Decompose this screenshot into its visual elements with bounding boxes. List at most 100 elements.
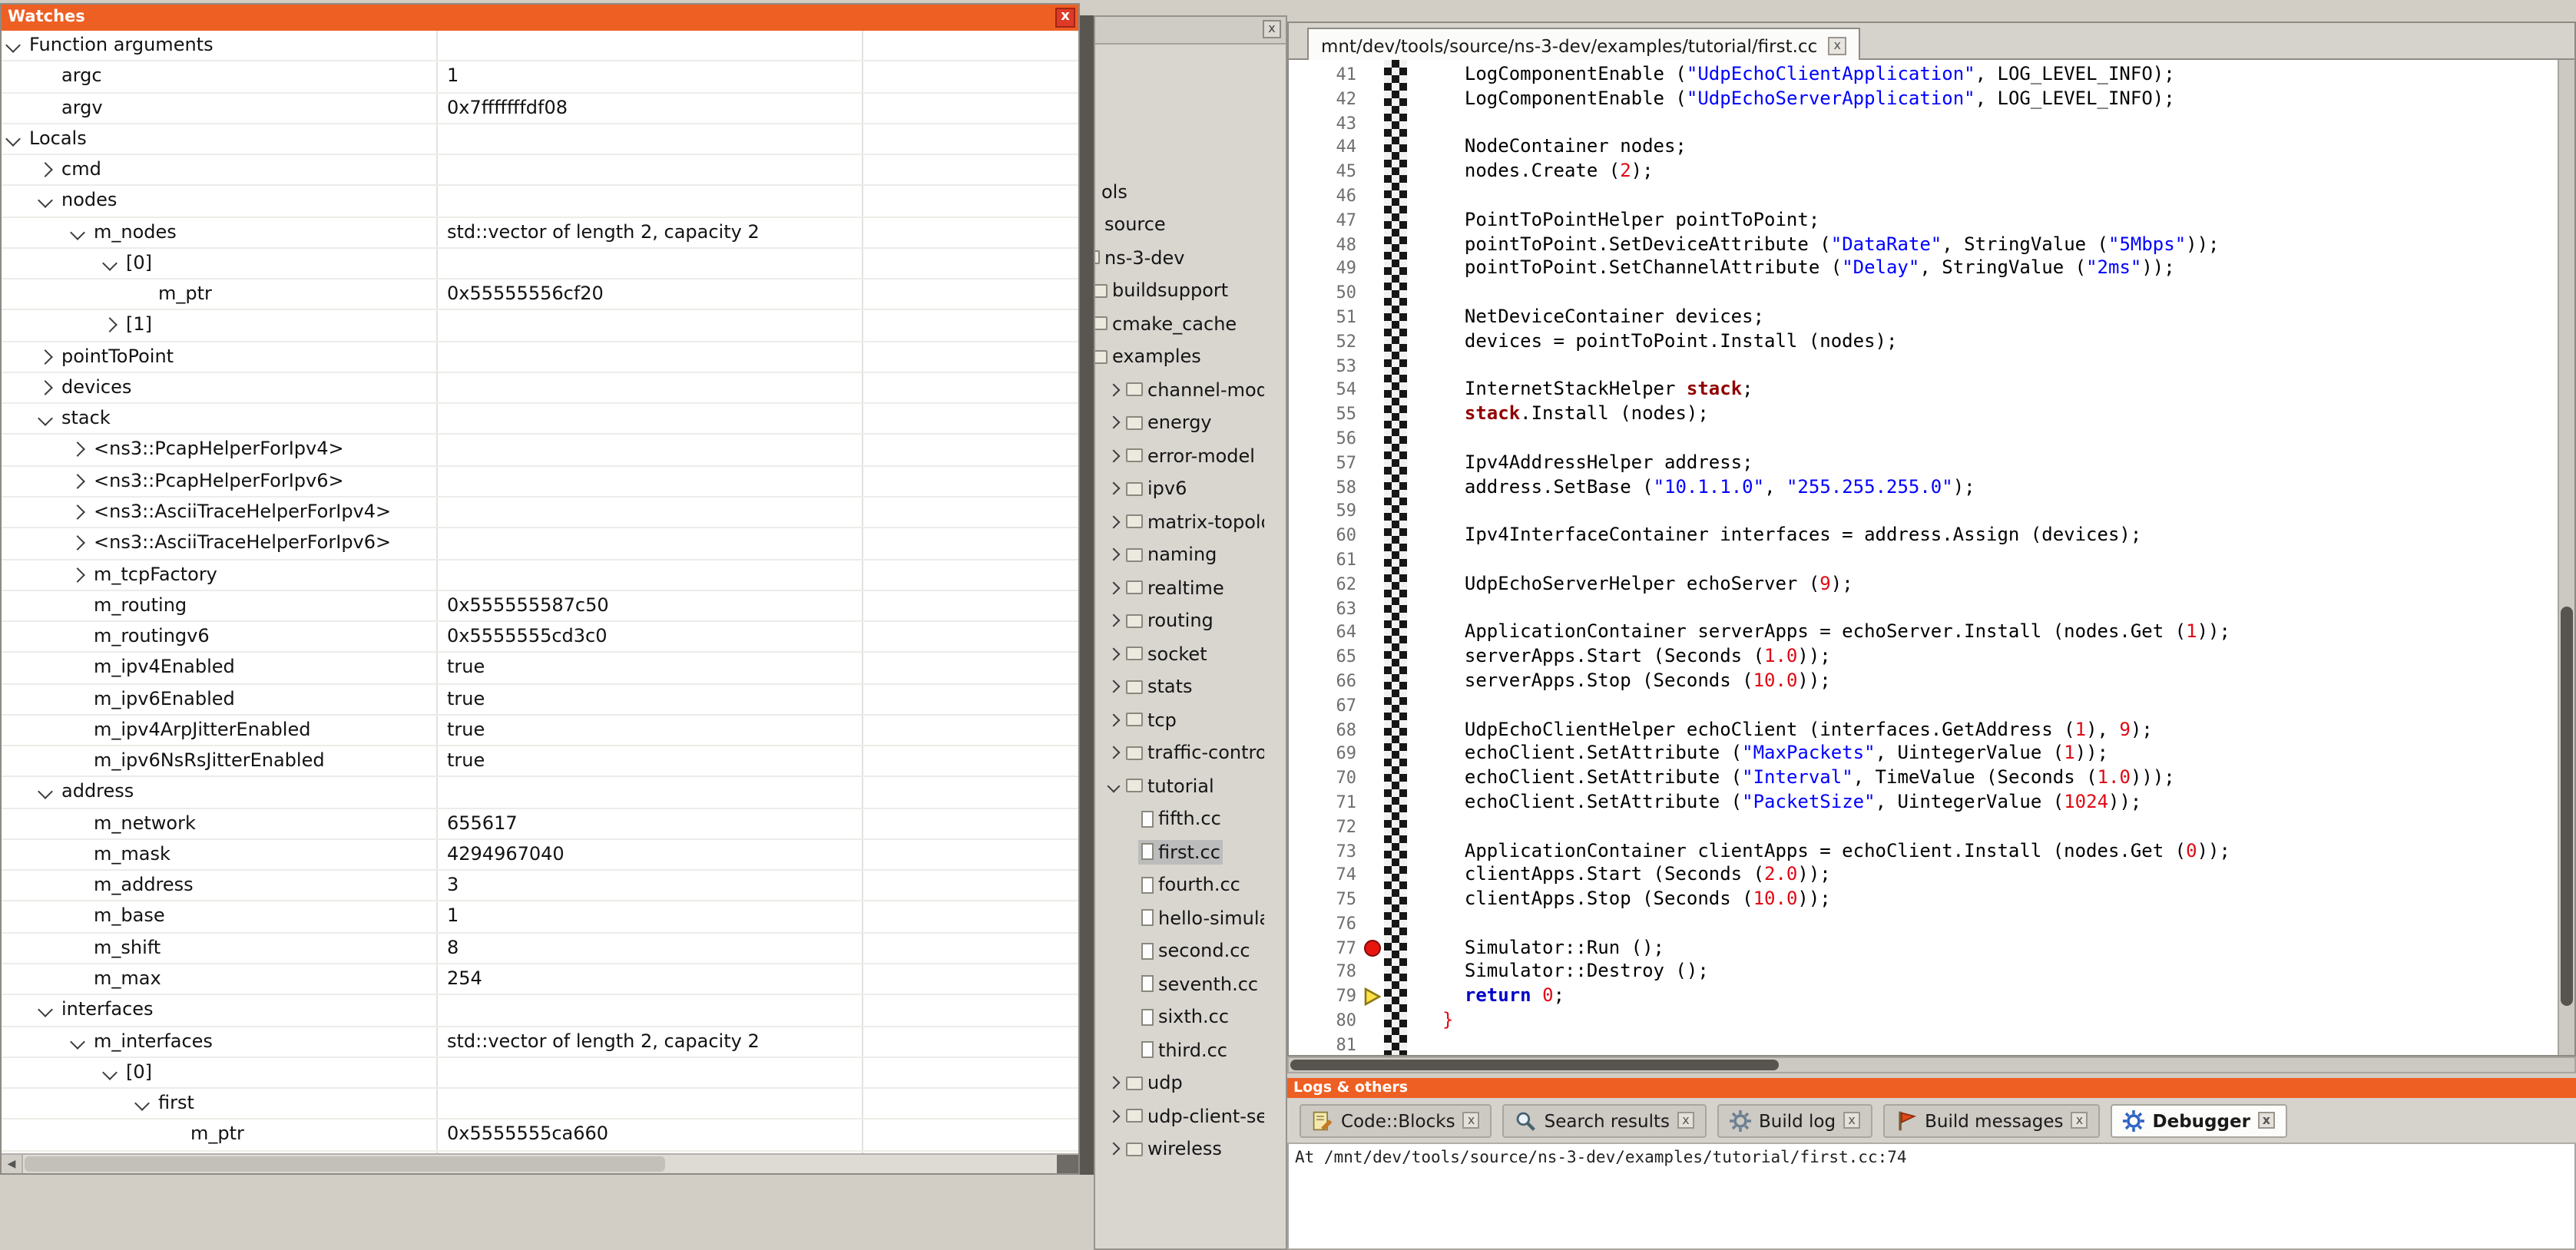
line-number[interactable]: 66	[1289, 670, 1362, 694]
tab-close-button[interactable]: x	[1463, 1112, 1480, 1129]
watch-row[interactable]: m_interfacesstd::vector of length 2, cap…	[2, 1027, 1078, 1058]
line-number[interactable]: 81	[1289, 1033, 1362, 1057]
watch-row[interactable]: m_max254	[2, 964, 1078, 996]
line-number[interactable]: 45	[1289, 160, 1362, 184]
watch-row[interactable]: m_tcpFactory	[2, 560, 1078, 591]
watch-row[interactable]: m_base1	[2, 902, 1078, 934]
editor-tab-close-button[interactable]: x	[1828, 36, 1846, 55]
expander-down-icon[interactable]	[102, 1065, 118, 1080]
watch-row[interactable]: m_nodesstd::vector of length 2, capacity…	[2, 217, 1078, 249]
watch-row[interactable]: <ns3::AsciiTraceHelperForIpv4>	[2, 498, 1078, 529]
marker-margin[interactable]	[1362, 548, 1384, 573]
expander-right-icon[interactable]	[70, 504, 85, 520]
watches-close-button[interactable]: x	[1055, 8, 1075, 28]
marker-margin[interactable]	[1362, 257, 1384, 282]
line-number[interactable]: 46	[1289, 184, 1362, 209]
tree-item-error-model[interactable]: error-model	[1104, 439, 1264, 472]
expander-right-icon[interactable]	[1104, 544, 1123, 566]
expander-right-icon[interactable]	[70, 567, 85, 582]
watch-row[interactable]: m_shift8	[2, 933, 1078, 964]
expander-right-icon[interactable]	[38, 349, 53, 364]
tree-item-tutorial[interactable]: tutorial	[1104, 769, 1264, 802]
watch-row[interactable]: first	[2, 1089, 1078, 1120]
marker-margin[interactable]	[1362, 888, 1384, 912]
tree-item-routing[interactable]: routing	[1104, 604, 1264, 637]
scroll-left-arrow-icon[interactable]: ◀	[2, 1155, 23, 1173]
tree-item-traffic-control[interactable]: traffic-control	[1104, 736, 1264, 769]
tree-item-fifth-cc[interactable]: fifth.cc	[1138, 802, 1264, 835]
line-number[interactable]: 59	[1289, 500, 1362, 524]
watch-row[interactable]: argv0x7fffffffdf08	[2, 93, 1078, 124]
expander-right-icon[interactable]	[1104, 709, 1123, 731]
tree-item-buildsupport[interactable]: buildsupport	[1095, 274, 1264, 307]
watches-titlebar[interactable]: Watches x	[2, 5, 1078, 31]
line-number[interactable]: 62	[1289, 572, 1362, 597]
expander-right-icon[interactable]	[1104, 1139, 1123, 1160]
tab-close-button[interactable]: x	[1677, 1112, 1694, 1129]
marker-margin[interactable]	[1362, 379, 1384, 403]
marker-margin[interactable]	[1362, 961, 1384, 985]
tree-item-cmake-cache[interactable]: cmake_cache	[1095, 307, 1264, 340]
line-number[interactable]: 60	[1289, 524, 1362, 548]
expander-right-icon[interactable]	[1104, 478, 1123, 500]
marker-margin[interactable]	[1362, 451, 1384, 476]
marker-margin[interactable]	[1362, 330, 1384, 355]
expander-right-icon[interactable]	[102, 318, 118, 333]
marker-margin[interactable]	[1362, 111, 1384, 136]
marker-margin[interactable]	[1362, 936, 1384, 961]
marker-margin[interactable]	[1362, 475, 1384, 500]
watch-row[interactable]: [1]	[2, 311, 1078, 342]
watch-row[interactable]: [0]	[2, 1058, 1078, 1090]
tree-item-matrix-topology[interactable]: matrix-topology	[1104, 505, 1264, 538]
watch-row[interactable]: <ns3::PcapHelperForIpv6>	[2, 466, 1078, 498]
tree-item-udp[interactable]: udp	[1104, 1066, 1264, 1100]
line-number[interactable]: 41	[1289, 63, 1362, 88]
tree-item-realtime[interactable]: realtime	[1104, 571, 1264, 604]
project-panel-close-button[interactable]: x	[1263, 20, 1281, 38]
expander-down-icon[interactable]	[1104, 775, 1123, 797]
marker-margin[interactable]	[1362, 621, 1384, 646]
marker-margin[interactable]	[1362, 281, 1384, 306]
tree-item-second-cc[interactable]: second.cc	[1138, 934, 1264, 967]
tree-item-naming[interactable]: naming	[1104, 538, 1264, 571]
expander-down-icon[interactable]	[70, 1033, 85, 1049]
tree-item-fourth-cc[interactable]: fourth.cc	[1138, 868, 1264, 901]
marker-margin[interactable]	[1362, 524, 1384, 548]
editor-vscrollbar[interactable]	[2558, 60, 2574, 1055]
expander-down-icon[interactable]	[38, 411, 53, 426]
tree-item-seventh-cc[interactable]: seventh.cc	[1138, 967, 1264, 1000]
line-number[interactable]: 58	[1289, 475, 1362, 500]
watches-vscrollbar[interactable]	[1080, 15, 1094, 1175]
line-number[interactable]: 65	[1289, 645, 1362, 670]
expander-right-icon[interactable]	[1104, 643, 1123, 665]
marker-margin[interactable]	[1362, 88, 1384, 112]
tab-search-results[interactable]: Search resultsx	[1503, 1103, 1707, 1137]
watch-row[interactable]: address	[2, 778, 1078, 809]
watch-row[interactable]: [0]	[2, 249, 1078, 280]
expander-down-icon[interactable]	[70, 224, 85, 240]
marker-margin[interactable]	[1362, 645, 1384, 670]
line-number[interactable]: 61	[1289, 548, 1362, 573]
expander-right-icon[interactable]	[1104, 412, 1123, 434]
expander-down-icon[interactable]	[102, 256, 118, 271]
watches-hscrollbar[interactable]: ◀	[2, 1153, 1078, 1173]
tree-item-udp-client-server[interactable]: udp-client-server	[1104, 1100, 1264, 1133]
tree-item-wireless[interactable]: wireless	[1104, 1133, 1264, 1166]
line-number[interactable]: 47	[1289, 209, 1362, 233]
watch-row[interactable]: m_ipv6Enabledtrue	[2, 684, 1078, 716]
tree-item-socket[interactable]: socket	[1104, 637, 1264, 670]
expander-down-icon[interactable]	[38, 193, 53, 209]
tree-item-examples[interactable]: examples	[1095, 340, 1264, 373]
line-number[interactable]: 64	[1289, 621, 1362, 646]
marker-margin[interactable]	[1362, 718, 1384, 742]
marker-margin[interactable]	[1362, 791, 1384, 815]
marker-margin[interactable]	[1362, 184, 1384, 209]
tree-item-ns-3-dev[interactable]: ns-3-dev	[1095, 241, 1264, 274]
marker-margin[interactable]	[1362, 233, 1384, 257]
watch-row[interactable]: m_routing0x555555587c50	[2, 591, 1078, 623]
line-number[interactable]: 71	[1289, 791, 1362, 815]
watch-row[interactable]: devices	[2, 373, 1078, 405]
marker-margin[interactable]	[1362, 693, 1384, 718]
watch-row[interactable]: nodes	[2, 187, 1078, 218]
watch-row[interactable]: m_address3	[2, 871, 1078, 902]
